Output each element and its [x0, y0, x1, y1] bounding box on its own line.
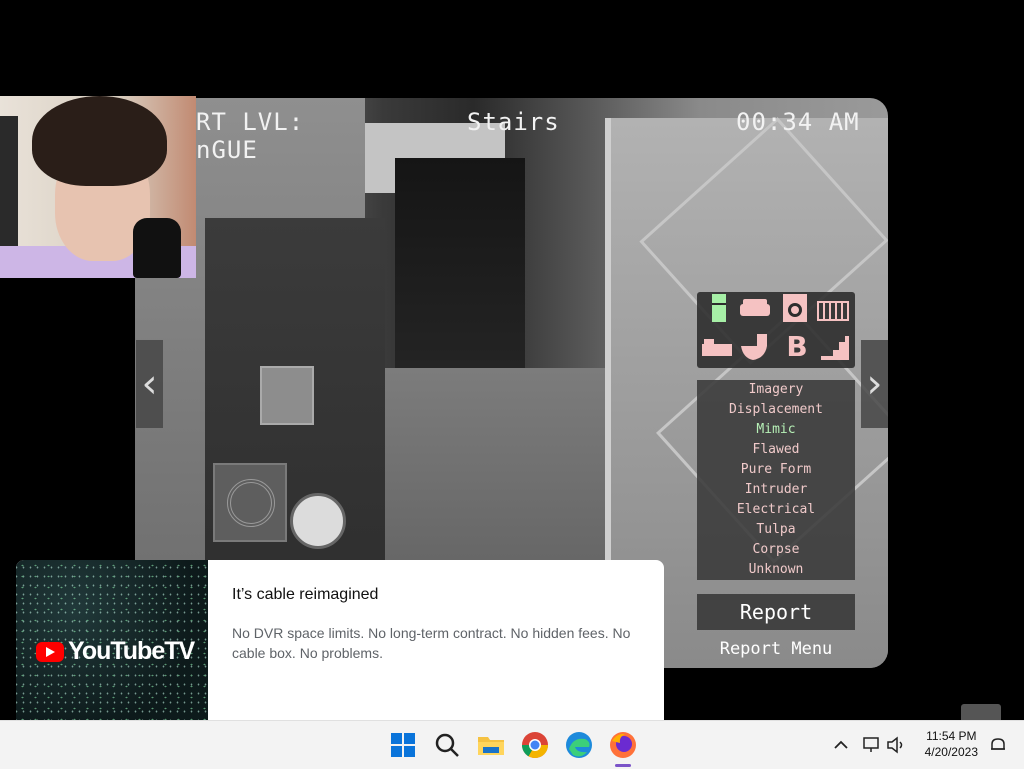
sofa-icon[interactable]: [739, 294, 771, 322]
ad-body: No DVR space limits. No long-term contra…: [232, 625, 631, 661]
chevron-up-icon[interactable]: [831, 735, 851, 755]
taskbar: 11:54 PM 4/20/2023: [0, 720, 1024, 769]
camera-name: Stairs: [467, 108, 560, 136]
evidence-item-unknown[interactable]: Unknown: [697, 560, 855, 580]
chrome-icon[interactable]: [519, 729, 551, 761]
washing-machine-icon[interactable]: [779, 294, 811, 322]
evidence-item-imagery[interactable]: Imagery: [697, 380, 855, 400]
toilet-icon[interactable]: [739, 334, 771, 362]
firefox-icon[interactable]: [607, 729, 639, 761]
report-menu-label: Report Menu: [719, 639, 833, 659]
room-icons-panel: B: [697, 292, 855, 368]
guitar: [0, 116, 18, 266]
youtube-logo-icon: [36, 642, 64, 662]
evidence-item-displacement[interactable]: Displacement: [697, 400, 855, 420]
clock-time-text: 11:54 PM: [926, 729, 977, 743]
clock-time: 00:34 AM: [736, 108, 860, 136]
evidence-item-electrical[interactable]: Electrical: [697, 500, 855, 520]
edge-icon[interactable]: [563, 729, 595, 761]
ad-title[interactable]: It’s cable reimagined: [232, 586, 378, 604]
evidence-list: Imagery Displacement Mimic Flawed Pure F…: [697, 380, 855, 580]
crib-icon[interactable]: [817, 294, 849, 322]
hair: [32, 96, 167, 186]
active-app-indicator: [615, 764, 631, 767]
evidence-item-flawed[interactable]: Flawed: [697, 440, 855, 460]
hud-level-text: RT LVL: nGUE: [196, 108, 304, 164]
stairwell: [395, 158, 525, 398]
file-explorer-icon[interactable]: [475, 729, 507, 761]
volume-icon[interactable]: [886, 735, 906, 755]
stairs-icon[interactable]: [819, 334, 851, 362]
microphone: [133, 218, 181, 278]
system-clock[interactable]: 11:54 PM 4/20/2023: [925, 728, 978, 760]
ad-brand: YouTubeTV: [68, 637, 195, 665]
scale-dial: [290, 493, 346, 549]
webcam-overlay: [0, 96, 196, 278]
report-button[interactable]: Report: [697, 594, 855, 630]
radio: [213, 463, 287, 542]
ad-thumbnail: YouTubeTV: [16, 560, 208, 720]
evidence-item-corpse[interactable]: Corpse: [697, 540, 855, 560]
letter-b-icon[interactable]: B: [781, 332, 813, 362]
hud-level-line1: RT LVL:: [196, 108, 305, 136]
notification-icon[interactable]: [988, 735, 1008, 755]
network-icon[interactable]: [862, 735, 882, 755]
bed-icon[interactable]: [701, 334, 733, 362]
evidence-item-mimic[interactable]: Mimic: [697, 420, 855, 440]
search-icon[interactable]: [431, 729, 463, 761]
windows-start-icon[interactable]: [387, 729, 419, 761]
hud-level-line2: nGUE: [196, 136, 258, 164]
ad-card[interactable]: YouTubeTV It’s cable reimagined No DVR s…: [16, 560, 664, 720]
chevron-right-icon[interactable]: ›: [861, 340, 888, 428]
cassette-tape: [260, 366, 314, 425]
fridge-icon[interactable]: [703, 294, 735, 322]
chevron-left-icon[interactable]: ‹: [136, 340, 163, 428]
evidence-item-intruder[interactable]: Intruder: [697, 480, 855, 500]
clock-date-text: 4/20/2023: [924, 745, 978, 759]
evidence-item-pure-form[interactable]: Pure Form: [697, 460, 855, 480]
evidence-item-tulpa[interactable]: Tulpa: [697, 520, 855, 540]
